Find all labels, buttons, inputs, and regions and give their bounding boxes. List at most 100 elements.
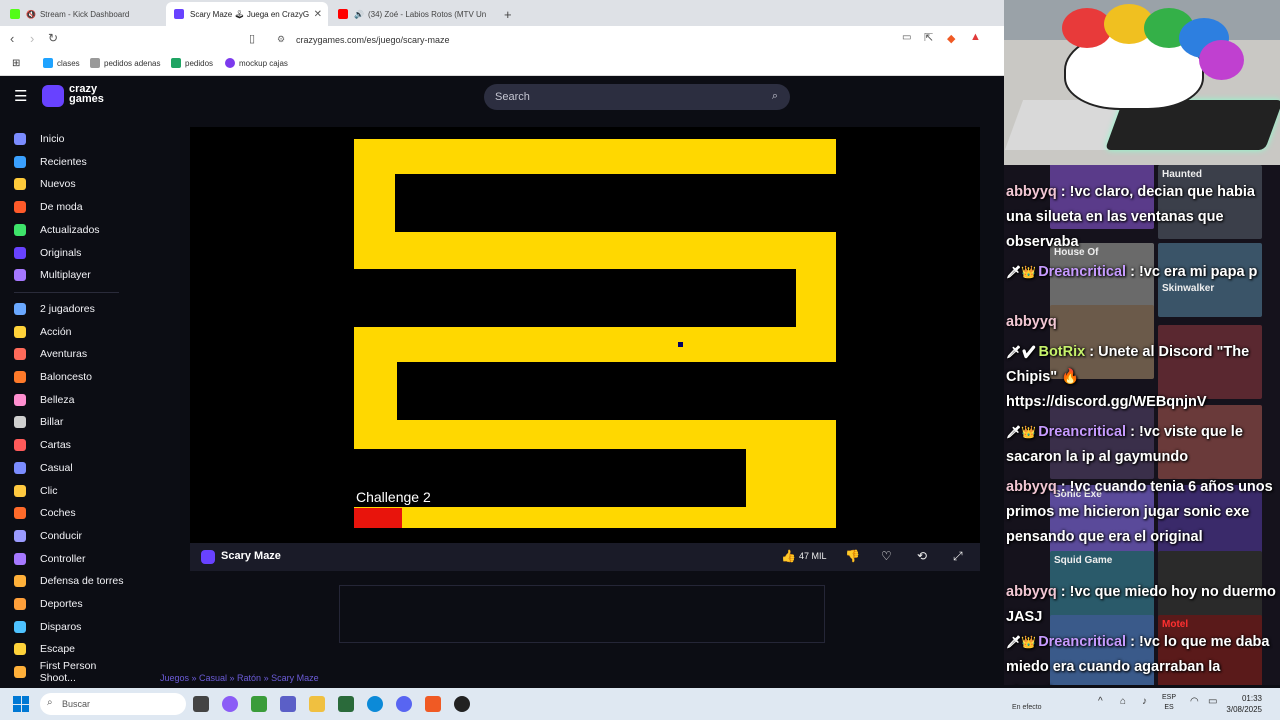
sidebar-item-originals[interactable]: Originals: [14, 244, 81, 262]
brave-shield-icon[interactable]: ◆: [947, 32, 955, 45]
chevron-up-icon[interactable]: ^: [1098, 696, 1103, 707]
sidebar-item-baloncesto[interactable]: Baloncesto: [14, 368, 92, 386]
chat-text: !vc era mi papa p: [1138, 264, 1258, 280]
browser-toolbar: ‹ › ↻ ▯ ⚙ crazygames.com/es/juego/scary-…: [0, 26, 1004, 54]
sidebar-item-first-person-shoot[interactable]: First Person Shoot...: [14, 660, 133, 685]
sidebar-item-2-jugadores[interactable]: 2 jugadores: [14, 300, 95, 318]
share-icon[interactable]: ⇱: [924, 31, 933, 44]
obs-icon[interactable]: [454, 696, 470, 712]
sidebar-item-conducir[interactable]: Conducir: [14, 527, 82, 545]
file-explorer-icon[interactable]: [309, 696, 325, 712]
brave-rewards-icon[interactable]: ▲: [970, 31, 981, 43]
sidebar-item-de-moda[interactable]: De moda: [14, 198, 83, 216]
address-bar[interactable]: ⚙ crazygames.com/es/juego/scary-maze: [268, 30, 994, 50]
tab-youtube-zoe[interactable]: 🔊 (34) Zoé - Labios Rotos (MTV Un: [330, 2, 492, 26]
sidebar-item-casual[interactable]: Casual: [14, 459, 73, 477]
language-indicator[interactable]: ESP ES: [1162, 693, 1176, 713]
forward-icon[interactable]: ›: [30, 31, 34, 46]
chat-username[interactable]: BotRix: [1038, 344, 1085, 360]
sidebar-item-cartas[interactable]: Cartas: [14, 436, 71, 454]
category-icon: [14, 507, 26, 520]
share-icon[interactable]: ⟲: [917, 549, 927, 563]
like-count: 47 MIL: [799, 551, 827, 561]
taskbar-search[interactable]: ⌕ Buscar: [40, 693, 186, 715]
bookmark-pedidos[interactable]: pedidos: [171, 58, 213, 68]
menu-icon[interactable]: ☰: [14, 87, 27, 105]
sidebar-item-controller[interactable]: Controller: [14, 550, 86, 568]
site-search-input[interactable]: Search ⌕: [484, 84, 790, 110]
category-icon: [14, 155, 26, 168]
minecraft-icon[interactable]: [251, 696, 267, 712]
chat-username[interactable]: Dreancritical: [1038, 634, 1126, 650]
sidebar-item-coches[interactable]: Coches: [14, 504, 76, 522]
screen-icon[interactable]: ▭: [902, 32, 911, 43]
game-canvas[interactable]: Challenge 2: [190, 127, 980, 543]
close-tab-icon[interactable]: ✕: [314, 9, 322, 20]
bookmark-pedidos-adenas[interactable]: pedidos adenas: [90, 58, 161, 68]
bookmark-clases[interactable]: clases: [43, 58, 80, 68]
search-icon[interactable]: ⌕: [772, 90, 778, 103]
sidebar-item-inicio[interactable]: Inicio: [14, 130, 65, 148]
volume-icon[interactable]: ♪: [1142, 696, 1147, 707]
windows-start-icon[interactable]: [13, 696, 29, 712]
sidebar-item-escape[interactable]: Escape: [14, 640, 75, 658]
tab-scary-maze[interactable]: Scary Maze 🕹 Juega en CrazyG ✕: [166, 2, 328, 26]
sidebar-item-disparos[interactable]: Disparos: [14, 618, 81, 636]
network-icon[interactable]: ⌂: [1120, 696, 1126, 707]
sidebar-item-belleza[interactable]: Belleza: [14, 391, 74, 409]
bookmark-icon: [90, 58, 100, 68]
chat-message: 🗡✔ BotRix : Unete al Discord "The Chipis"…: [1006, 340, 1278, 415]
bookmark-icon[interactable]: ▯: [249, 32, 255, 45]
webcam-overlay: [1004, 0, 1280, 165]
category-icon: [14, 371, 26, 383]
edge-icon[interactable]: [367, 696, 383, 712]
bookmark-mockup-cajas[interactable]: mockup cajas: [225, 58, 288, 68]
sidebar-item-label: Deportes: [40, 598, 83, 610]
site-logo[interactable]: crazy games: [69, 84, 104, 105]
sidebar-item-aventuras[interactable]: Aventuras: [14, 345, 87, 363]
sidebar-item-deportes[interactable]: Deportes: [14, 595, 83, 613]
chat-username[interactable]: abbyyq: [1006, 314, 1057, 330]
teams-icon[interactable]: [280, 696, 296, 712]
sidebar-item-multiplayer[interactable]: Multiplayer: [14, 266, 91, 284]
sidebar-item-recientes[interactable]: Recientes: [14, 153, 87, 171]
sidebar-item-label: Casual: [40, 461, 73, 474]
heart-icon[interactable]: ♡: [881, 549, 892, 563]
thumbs-up-icon[interactable]: 👍: [781, 549, 796, 563]
sidebar-item-actualizados[interactable]: Actualizados: [14, 221, 100, 239]
copilot-icon[interactable]: [222, 696, 238, 712]
reload-icon[interactable]: ↻: [48, 31, 58, 45]
chat-username[interactable]: abbyyq: [1006, 584, 1057, 600]
calculator-icon[interactable]: [338, 696, 354, 712]
apps-grid-icon[interactable]: ⊞: [12, 58, 20, 69]
new-tab-button[interactable]: +: [496, 2, 516, 26]
category-icon: [14, 620, 26, 633]
sidebar-item-acción[interactable]: Acción: [14, 323, 72, 341]
kick-icon: [10, 9, 20, 19]
thumbs-down-icon[interactable]: 👎: [845, 549, 860, 563]
fullscreen-icon[interactable]: ⤢: [953, 549, 963, 564]
sidebar-item-clic[interactable]: Clic: [14, 482, 58, 500]
sidebar-item-nuevos[interactable]: Nuevos: [14, 175, 76, 193]
tab-kick-dashboard[interactable]: 🔇 Stream - Kick Dashboard: [2, 2, 164, 26]
battery-icon[interactable]: ▭: [1208, 696, 1217, 707]
chat-username[interactable]: Dreancritical: [1038, 424, 1126, 440]
maze-start-zone[interactable]: [354, 508, 402, 528]
chat-username[interactable]: abbyyq: [1006, 479, 1057, 495]
sidebar-item-billar[interactable]: Billar: [14, 413, 63, 431]
breadcrumb[interactable]: Juegos » Casual » Ratón » Scary Maze: [160, 673, 319, 683]
wifi-icon[interactable]: ◠: [1190, 696, 1199, 707]
brave-icon[interactable]: [425, 696, 441, 712]
sidebar-item-defensa-de-torres[interactable]: Defensa de torres: [14, 572, 123, 590]
chat-message: abbyyq : !vc cuando tenia 6 años unos pr…: [1006, 475, 1278, 550]
chat-username[interactable]: Dreancritical: [1038, 264, 1126, 280]
back-icon[interactable]: ‹: [10, 31, 14, 46]
crazygames-logo-icon[interactable]: [42, 85, 64, 107]
task-view-icon[interactable]: [193, 696, 209, 712]
taskbar-clock[interactable]: 01:33 3/08/2025: [1226, 693, 1262, 715]
discord-icon[interactable]: [396, 696, 412, 712]
sidebar-item-label: First Person Shoot...: [39, 660, 97, 685]
site-info-icon[interactable]: ⚙: [277, 34, 285, 45]
chat-username[interactable]: abbyyq: [1006, 184, 1057, 200]
stream-chat: Haunted House Of Skinwalker Sonic Exe Sq…: [1004, 165, 1280, 685]
